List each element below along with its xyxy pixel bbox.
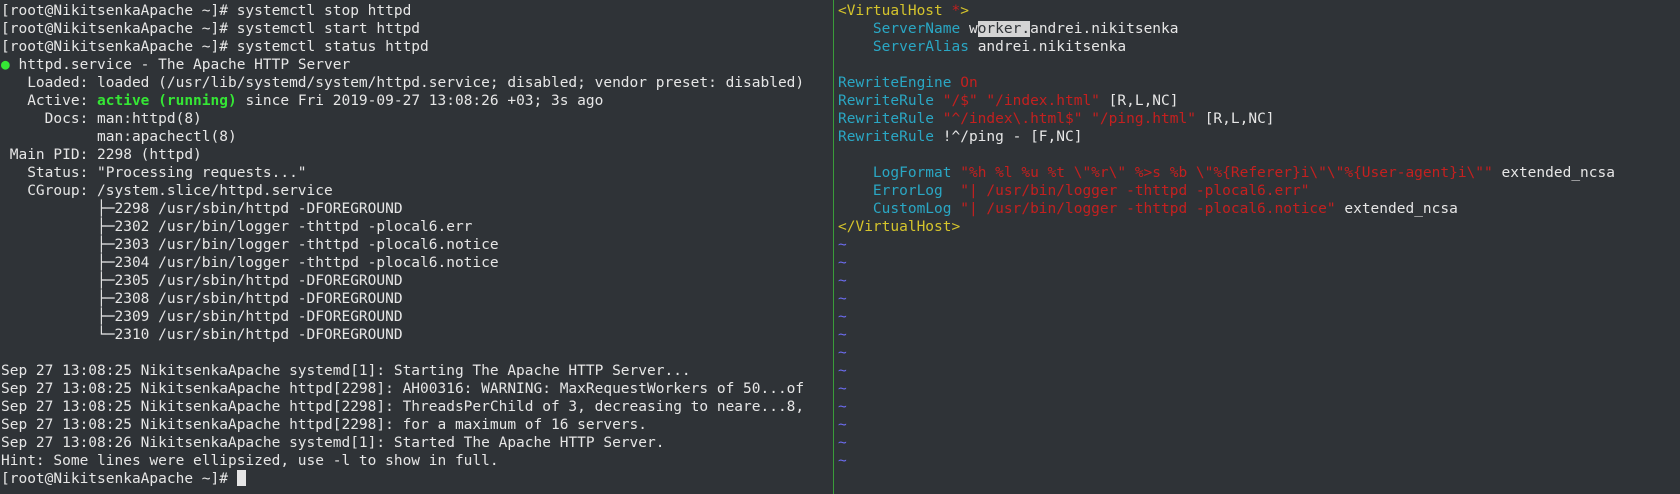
- process-line: ├─2302 /usr/bin/logger -thttpd -plocal6.…: [1, 219, 473, 235]
- empty-buffer-line: ~: [838, 363, 847, 379]
- command-text: systemctl status httpd: [236, 39, 429, 55]
- log-line: Sep 27 13:08:25 NikitsenkaApache systemd…: [1, 363, 691, 379]
- log-line: Sep 27 13:08:25 NikitsenkaApache httpd[2…: [1, 399, 805, 415]
- log-format-line: LogFormat "%h %l %u %t \"%r\" %>s %b \"%…: [872, 165, 1615, 181]
- command-line: [root@NikitsenkaApache ~]# systemctl sto…: [1, 2, 831, 20]
- unit-title-line: ● httpd.service - The Apache HTTP Server: [1, 56, 831, 74]
- pane-divider[interactable]: [833, 0, 834, 494]
- empty-buffer-line: ~: [838, 345, 847, 361]
- log-line: Sep 27 13:08:25 NikitsenkaApache httpd[2…: [1, 381, 805, 397]
- empty-buffer-line: ~: [838, 255, 847, 271]
- terminal-cursor[interactable]: [236, 470, 246, 486]
- terminal-window[interactable]: [root@NikitsenkaApache ~]# systemctl sto…: [0, 0, 1680, 494]
- active-state: active (running): [97, 93, 237, 109]
- rewrite-rule-line: RewriteRule !^/ping - [F,NC]: [838, 129, 1083, 145]
- search-highlight: orker.: [977, 21, 1031, 37]
- rewrite-rule-line: RewriteRule "^/index\.html$" "/ping.html…: [838, 111, 1275, 127]
- process-line: ├─2303 /usr/bin/logger -thttpd -plocal6.…: [1, 237, 499, 253]
- active-prompt-line[interactable]: [root@NikitsenkaApache ~]#: [1, 470, 831, 488]
- empty-buffer-line: ~: [838, 273, 847, 289]
- rewrite-engine-line: RewriteEngine On: [838, 75, 978, 91]
- process-line: └─2310 /usr/sbin/httpd -DFOREGROUND: [1, 327, 403, 343]
- command-line: [root@NikitsenkaApache ~]# systemctl sta…: [1, 20, 831, 38]
- cgroup-line: CGroup: /system.slice/httpd.service: [1, 183, 333, 199]
- unit-title: httpd.service - The Apache HTTP Server: [9, 57, 351, 73]
- empty-buffer-line: ~: [838, 435, 847, 451]
- command-text: systemctl stop httpd: [236, 3, 412, 19]
- shell-prompt: [root@NikitsenkaApache ~]#: [1, 21, 237, 37]
- active-line: Active: active (running) since Fri 2019-…: [1, 93, 604, 109]
- process-line: ├─2308 /usr/sbin/httpd -DFOREGROUND: [1, 291, 403, 307]
- editor-pane[interactable]: <VirtualHost *> ServerName worker.andrei…: [838, 2, 1680, 494]
- shell-prompt: [root@NikitsenkaApache ~]#: [1, 39, 237, 55]
- custom-log-line: CustomLog "| /usr/bin/logger -thttpd -pl…: [872, 201, 1458, 217]
- process-line: ├─2304 /usr/bin/logger -thttpd -plocal6.…: [1, 255, 499, 271]
- hint-line: Hint: Some lines were ellipsized, use -l…: [1, 453, 499, 469]
- process-line: ├─2305 /usr/sbin/httpd -DFOREGROUND: [1, 273, 403, 289]
- main-pid-line: Main PID: 2298 (httpd): [1, 147, 202, 163]
- command-text: systemctl start httpd: [236, 21, 421, 37]
- shell-prompt: [root@NikitsenkaApache ~]#: [1, 471, 237, 487]
- status-dot-icon: ●: [1, 57, 10, 73]
- shell-pane[interactable]: [root@NikitsenkaApache ~]# systemctl sto…: [1, 2, 831, 494]
- error-log-line: ErrorLog "| /usr/bin/logger -thttpd -plo…: [872, 183, 1310, 199]
- empty-buffer-line: ~: [838, 417, 847, 433]
- process-line: ├─2309 /usr/sbin/httpd -DFOREGROUND: [1, 309, 403, 325]
- empty-buffer-line: ~: [838, 399, 847, 415]
- command-line: [root@NikitsenkaApache ~]# systemctl sta…: [1, 38, 831, 56]
- empty-buffer-line: ~: [838, 309, 847, 325]
- log-line: Sep 27 13:08:26 NikitsenkaApache systemd…: [1, 435, 665, 451]
- loaded-line: Loaded: loaded (/usr/lib/systemd/system/…: [1, 75, 805, 91]
- shell-prompt: [root@NikitsenkaApache ~]#: [1, 3, 237, 19]
- log-line: Sep 27 13:08:25 NikitsenkaApache httpd[2…: [1, 417, 648, 433]
- empty-buffer-line: ~: [838, 453, 847, 469]
- rewrite-rule-line: RewriteRule "/$" "/index.html" [R,L,NC]: [838, 93, 1179, 109]
- vhost-close-line: </VirtualHost>: [838, 219, 961, 235]
- process-line: ├─2298 /usr/sbin/httpd -DFOREGROUND: [1, 201, 403, 217]
- server-name-line: ServerName worker.andrei.nikitsenka: [872, 21, 1179, 37]
- docs-line: Docs: man:httpd(8): [1, 111, 202, 127]
- empty-buffer-line: ~: [838, 327, 847, 343]
- empty-buffer-line: ~: [838, 291, 847, 307]
- empty-buffer-line: ~: [838, 237, 847, 253]
- vhost-open-line: <VirtualHost *>: [838, 3, 969, 19]
- status-line: Status: "Processing requests...": [1, 165, 307, 181]
- empty-buffer-line: ~: [838, 381, 847, 397]
- docs-line: man:apachectl(8): [1, 129, 237, 145]
- server-alias-line: ServerAlias andrei.nikitsenka: [872, 39, 1127, 55]
